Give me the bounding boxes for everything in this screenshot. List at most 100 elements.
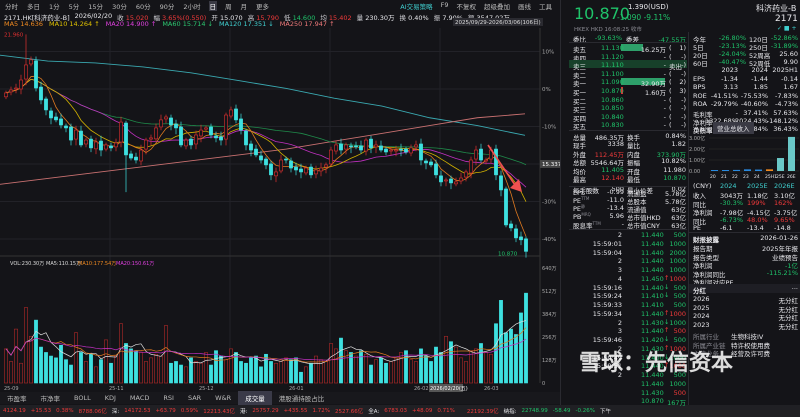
rev-xtick: 22 — [732, 175, 738, 180]
panel-icons[interactable]: ✓ ■ + — [777, 25, 797, 32]
candle — [79, 125, 83, 148]
kline-chart[interactable]: 10%0%-10%-20%-30%-40%21.96010.87015.3376… — [0, 28, 560, 392]
toolbar-btn-0[interactable]: AI交易策略 — [400, 1, 432, 11]
trade-price: 11.440 — [641, 239, 664, 248]
rev-xtick: 23 — [743, 175, 749, 180]
volume-bar — [359, 350, 363, 384]
volume-bar — [524, 292, 528, 384]
price-change: -1.090 -9.11% — [617, 13, 670, 22]
trade-price: 11.420 — [641, 336, 664, 344]
report-date: 2026-01-26 — [760, 234, 798, 242]
volume-bar — [24, 307, 28, 384]
fin-label: ROE — [693, 91, 707, 100]
ma-legend-item: MA5 14.636 — [4, 20, 43, 28]
fin-value: 1.85 — [753, 83, 768, 92]
candle — [364, 137, 368, 156]
indicator-tab-6[interactable]: SAR — [181, 394, 208, 402]
period-tab-5[interactable]: 30分 — [111, 1, 128, 11]
trade-price: 11.450 — [641, 274, 664, 283]
indicator-tabs: 市盈率 市净率 BOLL KDJ MACD RSI SAR W&R 成交量 港股通持股占比 — [0, 391, 560, 405]
book-paren: ( — [669, 104, 672, 113]
pct-tick: 10% — [542, 50, 554, 56]
indicator-tab-7[interactable]: W&R — [208, 394, 238, 402]
book-count: -) — [681, 104, 686, 113]
volume-bar — [454, 346, 458, 384]
volume-bar — [4, 348, 8, 384]
volume-bar — [514, 334, 518, 384]
trade-time: 3 — [617, 327, 622, 336]
period-tab-4[interactable]: 15分 — [87, 1, 104, 11]
period-tab-7[interactable]: 90分 — [159, 1, 176, 11]
toolbar-btn-2[interactable]: 不复权 — [457, 1, 477, 11]
fin-value: - — [735, 108, 738, 117]
candle — [24, 34, 28, 86]
volume-bar — [414, 361, 418, 384]
fin-header: 2023 — [721, 66, 738, 74]
candle — [279, 154, 283, 174]
indicator-tab-1[interactable]: 市净率 — [34, 393, 68, 403]
candle — [294, 162, 298, 176]
volume-bar — [84, 361, 88, 384]
date-range-select[interactable]: 2025/09/29-2026/03/06(106日) — [453, 18, 543, 26]
indicator-tab-9[interactable]: 港股通持股占比 — [272, 393, 332, 403]
indicator-tab-5[interactable]: RSI — [156, 394, 181, 402]
volume-bar — [429, 361, 433, 384]
period-tab-3[interactable]: 5分 — [68, 1, 81, 11]
toolbar-btn-4[interactable]: 画线 — [518, 1, 531, 11]
period-tab-10[interactable]: 周 — [224, 1, 233, 11]
perf-value: -40.47% — [718, 58, 746, 66]
toolbar-btn-1[interactable]: F9 — [441, 1, 449, 11]
indicator-tab-0[interactable]: 市盈率 — [0, 393, 34, 403]
book-paren: ( — [669, 44, 672, 52]
indicator-tab-3[interactable]: KDJ — [98, 394, 123, 402]
candle — [264, 156, 268, 170]
candle — [14, 83, 18, 94]
dividend-more[interactable]: ··· — [792, 285, 798, 293]
ma-legend: MA5 14.636 MA10 14.264 ↑ MA20 14.900 ↑ MA60… — [4, 20, 335, 28]
ticker-item: 1.72% — [312, 408, 330, 414]
candle — [159, 114, 163, 131]
candle — [169, 114, 173, 131]
ma5-line — [5, 75, 527, 237]
candle — [504, 186, 508, 228]
toolbar-btn-5[interactable]: 工具 — [539, 1, 552, 11]
indicator-tab-4[interactable]: MACD — [123, 394, 156, 402]
period-tab-9[interactable]: 日 — [208, 0, 218, 11]
dividend-year: 2024 — [693, 312, 710, 321]
volume-bar — [384, 362, 388, 384]
ma10-line — [5, 78, 527, 202]
volume-tick: 128万 — [542, 358, 557, 364]
volume-bar — [509, 328, 513, 384]
trade-price: 11.430 — [641, 318, 664, 327]
current-price-label: 15.337 — [542, 162, 560, 168]
candle — [129, 150, 133, 161]
rev-ytick: 3.00亿 — [689, 135, 705, 142]
volume-bar — [419, 348, 423, 384]
ma120-line — [0, 54, 526, 136]
book-count: -) — [681, 69, 686, 78]
volume-bar — [104, 339, 108, 384]
book-count: 2) — [679, 78, 686, 87]
divider — [569, 130, 687, 131]
indicator-tab-2[interactable]: BOLL — [67, 394, 98, 402]
period-tab-11[interactable]: 月 — [240, 1, 249, 11]
period-tab-1[interactable]: 多日 — [26, 1, 41, 11]
fin-value: 1.67 — [783, 83, 798, 92]
volume-bar — [209, 364, 213, 384]
period-tab-2[interactable]: 1分 — [48, 1, 61, 11]
period-tab-6[interactable]: 60分 — [135, 1, 152, 11]
period-tab-0[interactable]: 分时 — [4, 1, 19, 11]
toolbar-btn-3[interactable]: 超级叠加 — [484, 1, 510, 11]
volume-bar — [79, 352, 83, 384]
period-tab-8[interactable]: 2小时 — [182, 1, 201, 11]
trade-volume: 500 — [673, 283, 686, 292]
candle — [454, 177, 458, 187]
candle — [434, 159, 438, 179]
period-tab-12[interactable]: 更多 — [255, 1, 270, 11]
volume-bar — [49, 355, 53, 384]
volume-bar — [349, 352, 353, 384]
candle — [359, 140, 363, 154]
volume-bar — [14, 328, 18, 384]
indicator-tab-8[interactable]: 成交量 — [238, 391, 272, 405]
candle — [234, 104, 238, 124]
